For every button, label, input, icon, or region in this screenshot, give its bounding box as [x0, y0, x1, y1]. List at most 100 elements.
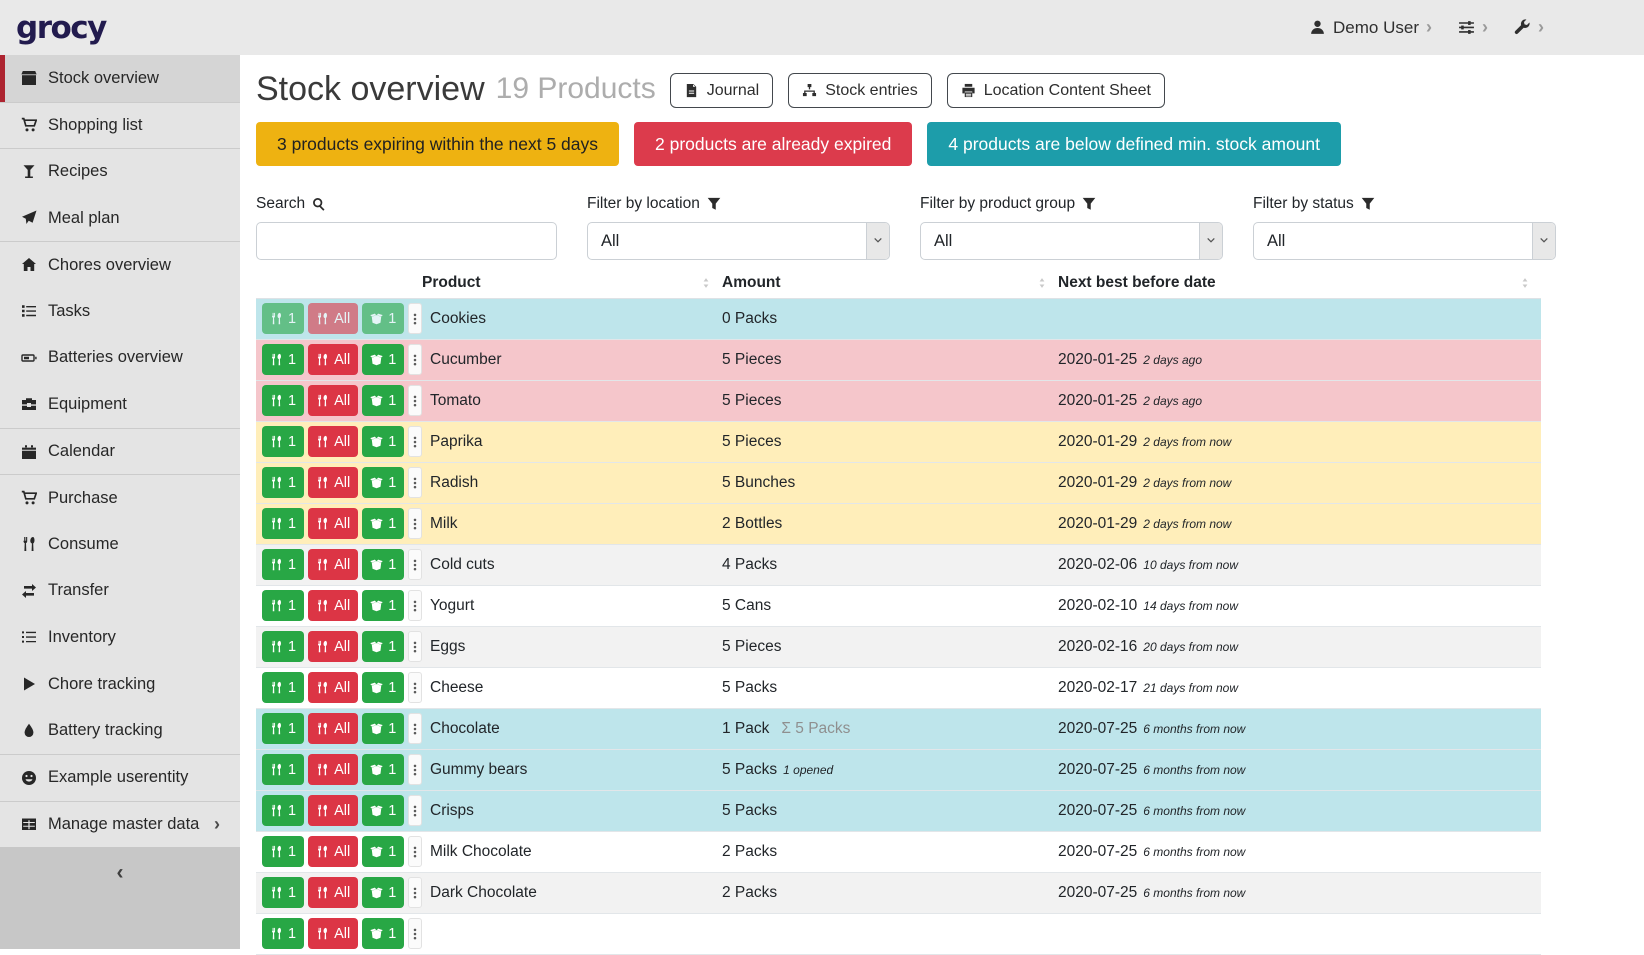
sidebar-item-batteries-overview[interactable]: Batteries overview: [0, 335, 240, 382]
consume-one-button[interactable]: 1: [262, 303, 304, 334]
sidebar-item-manage-master-data[interactable]: Manage master data›: [0, 801, 240, 848]
row-menu-button[interactable]: [408, 508, 422, 539]
open-one-button[interactable]: 1: [362, 385, 404, 416]
open-one-button[interactable]: 1: [362, 344, 404, 375]
open-one-button[interactable]: 1: [362, 590, 404, 621]
open-one-button[interactable]: 1: [362, 836, 404, 867]
sidebar-item-chore-tracking[interactable]: Chore tracking: [0, 661, 240, 708]
consume-one-button[interactable]: 1: [262, 590, 304, 621]
row-menu-button[interactable]: [408, 590, 422, 621]
row-menu-button[interactable]: [408, 385, 422, 416]
filter-by-location-select[interactable]: All: [587, 222, 890, 260]
row-menu-button[interactable]: [408, 467, 422, 498]
open-one-button[interactable]: 1: [362, 549, 404, 580]
sidebar-item-equipment[interactable]: Equipment: [0, 381, 240, 428]
consume-all-button[interactable]: All: [308, 549, 358, 580]
consume-all-button[interactable]: All: [308, 918, 358, 949]
column-header-next-best-before-date[interactable]: Next best before date: [1058, 268, 1541, 298]
open-one-button[interactable]: 1: [362, 426, 404, 457]
row-menu-button[interactable]: [408, 713, 422, 744]
row-menu-button[interactable]: [408, 672, 422, 703]
column-header-amount[interactable]: Amount: [722, 268, 1058, 298]
row-menu-button[interactable]: [408, 303, 422, 334]
consume-all-button[interactable]: All: [308, 836, 358, 867]
row-menu-button[interactable]: [408, 754, 422, 785]
open-one-button[interactable]: 1: [362, 754, 404, 785]
consume-one-button[interactable]: 1: [262, 713, 304, 744]
sidebar-item-example-userentity[interactable]: Example userentity: [0, 754, 240, 801]
consume-all-button[interactable]: All: [308, 631, 358, 662]
location-content-sheet-button[interactable]: Location Content Sheet: [947, 73, 1165, 108]
column-header-product[interactable]: Product: [422, 268, 722, 298]
consume-all-button[interactable]: All: [308, 467, 358, 498]
consume-all-button[interactable]: All: [308, 303, 358, 334]
consume-one-button[interactable]: 1: [262, 836, 304, 867]
row-menu-button[interactable]: [408, 426, 422, 457]
open-one-button[interactable]: 1: [362, 877, 404, 908]
consume-one-button[interactable]: 1: [262, 631, 304, 662]
sidebar-item-battery-tracking[interactable]: Battery tracking: [0, 707, 240, 754]
consume-one-button[interactable]: 1: [262, 426, 304, 457]
consume-all-button[interactable]: All: [308, 508, 358, 539]
sidebar-item-purchase[interactable]: Purchase: [0, 474, 240, 521]
consume-all-button[interactable]: All: [308, 795, 358, 826]
consume-all-button[interactable]: All: [308, 426, 358, 457]
sidebar-item-recipes[interactable]: Recipes: [0, 148, 240, 195]
row-menu-button[interactable]: [408, 549, 422, 580]
date-relative: 6 months from now: [1143, 722, 1245, 736]
sidebar-item-consume[interactable]: Consume: [0, 521, 240, 568]
sidebar-item-calendar[interactable]: Calendar: [0, 428, 240, 475]
filter-by-product-group-select[interactable]: All: [920, 222, 1223, 260]
status-banner[interactable]: 4 products are below defined min. stock …: [927, 122, 1341, 166]
row-menu-button[interactable]: [408, 631, 422, 662]
search-input[interactable]: [256, 222, 557, 260]
consume-all-button[interactable]: All: [308, 672, 358, 703]
row-menu-button[interactable]: [408, 918, 422, 949]
sidebar-item-meal-plan[interactable]: Meal plan: [0, 195, 240, 242]
row-menu-button[interactable]: [408, 795, 422, 826]
open-one-button[interactable]: 1: [362, 672, 404, 703]
consume-one-button[interactable]: 1: [262, 508, 304, 539]
consume-one-button[interactable]: 1: [262, 467, 304, 498]
settings-menu[interactable]: ›: [1458, 17, 1488, 38]
open-one-button[interactable]: 1: [362, 467, 404, 498]
status-banner[interactable]: 2 products are already expired: [634, 122, 912, 166]
open-one-button[interactable]: 1: [362, 713, 404, 744]
sidebar-item-inventory[interactable]: Inventory: [0, 614, 240, 661]
consume-all-button[interactable]: All: [308, 344, 358, 375]
consume-one-button[interactable]: 1: [262, 385, 304, 416]
open-one-button[interactable]: 1: [362, 795, 404, 826]
admin-menu[interactable]: ›: [1514, 17, 1544, 38]
consume-one-button[interactable]: 1: [262, 918, 304, 949]
consume-one-button[interactable]: 1: [262, 672, 304, 703]
open-one-button[interactable]: 1: [362, 303, 404, 334]
status-banner[interactable]: 3 products expiring within the next 5 da…: [256, 122, 619, 166]
sidebar-item-shopping-list[interactable]: Shopping list: [0, 102, 240, 149]
row-menu-button[interactable]: [408, 836, 422, 867]
consume-all-button[interactable]: All: [308, 590, 358, 621]
consume-one-button[interactable]: 1: [262, 795, 304, 826]
row-menu-button[interactable]: [408, 344, 422, 375]
user-menu[interactable]: Demo User ›: [1309, 17, 1432, 38]
consume-one-button[interactable]: 1: [262, 754, 304, 785]
consume-one-button[interactable]: 1: [262, 549, 304, 580]
consume-all-button[interactable]: All: [308, 385, 358, 416]
consume-all-button[interactable]: All: [308, 713, 358, 744]
open-one-button[interactable]: 1: [362, 918, 404, 949]
consume-all-button[interactable]: All: [308, 754, 358, 785]
filter-by-status-select[interactable]: All: [1253, 222, 1556, 260]
sidebar-item-stock-overview[interactable]: Stock overview: [0, 55, 240, 102]
consume-one-button[interactable]: 1: [262, 344, 304, 375]
consume-all-button[interactable]: All: [308, 877, 358, 908]
open-one-button[interactable]: 1: [362, 631, 404, 662]
sidebar-collapse-button[interactable]: ‹: [0, 847, 240, 949]
row-menu-button[interactable]: [408, 877, 422, 908]
stock-entries-button[interactable]: Stock entries: [788, 73, 931, 108]
journal-button[interactable]: Journal: [670, 73, 773, 108]
open-one-button[interactable]: 1: [362, 508, 404, 539]
utensils-icon: [270, 353, 283, 366]
consume-one-button[interactable]: 1: [262, 877, 304, 908]
sidebar-item-chores-overview[interactable]: Chores overview: [0, 241, 240, 288]
sidebar-item-tasks[interactable]: Tasks: [0, 288, 240, 335]
sidebar-item-transfer[interactable]: Transfer: [0, 568, 240, 615]
